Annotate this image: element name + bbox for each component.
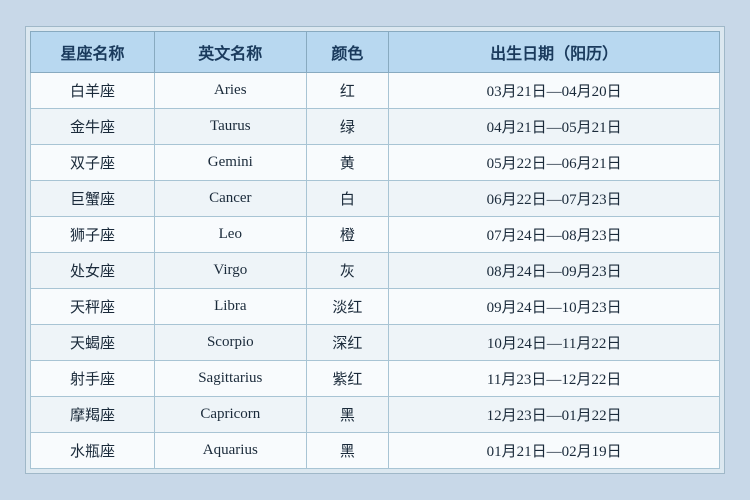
cell-english: Leo bbox=[155, 217, 307, 253]
cell-date: 01月21日—02月19日 bbox=[389, 433, 720, 469]
header-chinese: 星座名称 bbox=[31, 32, 155, 73]
cell-chinese: 双子座 bbox=[31, 145, 155, 181]
cell-color: 紫红 bbox=[306, 361, 389, 397]
header-date: 出生日期（阳历） bbox=[389, 32, 720, 73]
cell-color: 灰 bbox=[306, 253, 389, 289]
table-row: 金牛座Taurus绿04月21日—05月21日 bbox=[31, 109, 720, 145]
cell-date: 12月23日—01月22日 bbox=[389, 397, 720, 433]
cell-date: 11月23日—12月22日 bbox=[389, 361, 720, 397]
cell-chinese: 天秤座 bbox=[31, 289, 155, 325]
cell-english: Aries bbox=[155, 73, 307, 109]
cell-color: 红 bbox=[306, 73, 389, 109]
cell-date: 07月24日—08月23日 bbox=[389, 217, 720, 253]
table-row: 双子座Gemini黄05月22日—06月21日 bbox=[31, 145, 720, 181]
zodiac-table: 星座名称 英文名称 颜色 出生日期（阳历） 白羊座Aries红03月21日—04… bbox=[30, 31, 720, 469]
cell-color: 淡红 bbox=[306, 289, 389, 325]
cell-chinese: 摩羯座 bbox=[31, 397, 155, 433]
cell-date: 10月24日—11月22日 bbox=[389, 325, 720, 361]
table-row: 白羊座Aries红03月21日—04月20日 bbox=[31, 73, 720, 109]
cell-date: 03月21日—04月20日 bbox=[389, 73, 720, 109]
cell-date: 08月24日—09月23日 bbox=[389, 253, 720, 289]
cell-english: Scorpio bbox=[155, 325, 307, 361]
cell-color: 深红 bbox=[306, 325, 389, 361]
cell-english: Capricorn bbox=[155, 397, 307, 433]
zodiac-table-container: 星座名称 英文名称 颜色 出生日期（阳历） 白羊座Aries红03月21日—04… bbox=[25, 26, 725, 474]
cell-color: 橙 bbox=[306, 217, 389, 253]
cell-date: 09月24日—10月23日 bbox=[389, 289, 720, 325]
cell-english: Cancer bbox=[155, 181, 307, 217]
table-row: 射手座Sagittarius紫红11月23日—12月22日 bbox=[31, 361, 720, 397]
cell-color: 黑 bbox=[306, 397, 389, 433]
cell-chinese: 天蝎座 bbox=[31, 325, 155, 361]
cell-date: 05月22日—06月21日 bbox=[389, 145, 720, 181]
table-row: 狮子座Leo橙07月24日—08月23日 bbox=[31, 217, 720, 253]
cell-chinese: 射手座 bbox=[31, 361, 155, 397]
cell-date: 06月22日—07月23日 bbox=[389, 181, 720, 217]
table-body: 白羊座Aries红03月21日—04月20日金牛座Taurus绿04月21日—0… bbox=[31, 73, 720, 469]
cell-date: 04月21日—05月21日 bbox=[389, 109, 720, 145]
table-row: 摩羯座Capricorn黑12月23日—01月22日 bbox=[31, 397, 720, 433]
cell-chinese: 巨蟹座 bbox=[31, 181, 155, 217]
cell-english: Sagittarius bbox=[155, 361, 307, 397]
table-row: 巨蟹座Cancer白06月22日—07月23日 bbox=[31, 181, 720, 217]
cell-chinese: 白羊座 bbox=[31, 73, 155, 109]
cell-english: Gemini bbox=[155, 145, 307, 181]
cell-english: Taurus bbox=[155, 109, 307, 145]
cell-color: 黄 bbox=[306, 145, 389, 181]
table-row: 处女座Virgo灰08月24日—09月23日 bbox=[31, 253, 720, 289]
cell-color: 白 bbox=[306, 181, 389, 217]
header-color: 颜色 bbox=[306, 32, 389, 73]
cell-color: 黑 bbox=[306, 433, 389, 469]
cell-english: Aquarius bbox=[155, 433, 307, 469]
cell-chinese: 狮子座 bbox=[31, 217, 155, 253]
cell-chinese: 金牛座 bbox=[31, 109, 155, 145]
cell-chinese: 水瓶座 bbox=[31, 433, 155, 469]
cell-english: Libra bbox=[155, 289, 307, 325]
table-header-row: 星座名称 英文名称 颜色 出生日期（阳历） bbox=[31, 32, 720, 73]
cell-color: 绿 bbox=[306, 109, 389, 145]
cell-english: Virgo bbox=[155, 253, 307, 289]
cell-chinese: 处女座 bbox=[31, 253, 155, 289]
table-row: 天秤座Libra淡红09月24日—10月23日 bbox=[31, 289, 720, 325]
table-row: 天蝎座Scorpio深红10月24日—11月22日 bbox=[31, 325, 720, 361]
table-row: 水瓶座Aquarius黑01月21日—02月19日 bbox=[31, 433, 720, 469]
header-english: 英文名称 bbox=[155, 32, 307, 73]
